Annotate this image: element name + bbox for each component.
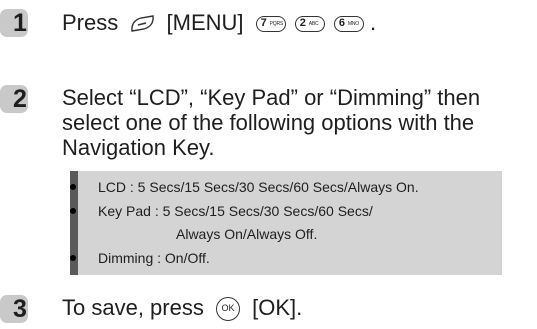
menu-key-icon xyxy=(128,14,156,34)
step-1-period: . xyxy=(370,10,377,35)
step-3-text: To save, press xyxy=(62,295,204,320)
step-2-number: 2 xyxy=(13,85,27,113)
option-dimming: Dimming : On/Off. xyxy=(98,250,210,266)
key-2-icon: 2 ABC xyxy=(294,16,325,33)
step-1-number: 1 xyxy=(13,9,27,37)
step-1-text: Press xyxy=(62,10,119,35)
ok-key-icon: OK xyxy=(215,297,240,322)
step-2-line-2: select one of the following options with… xyxy=(62,110,475,135)
menu-label: [MENU] xyxy=(166,10,244,35)
bullet-icon xyxy=(70,184,76,190)
option-lcd: LCD : 5 Secs/15 Secs/30 Secs/60 Secs/Alw… xyxy=(98,179,419,195)
step-2-line-1: Select “LCD”, “Key Pad” or “Dimming” the… xyxy=(62,85,481,110)
step-1-badge: 1 xyxy=(0,9,28,37)
option-key-pad: Key Pad : 5 Secs/15 Secs/30 Secs/60 Secs… xyxy=(98,203,373,219)
key-6-icon: 6 MNO xyxy=(333,16,364,33)
step-2-badge: 2 xyxy=(0,85,28,113)
step-2-line-3: Navigation Key. xyxy=(62,135,215,160)
step-3-instruction: To save, press OK [OK]. xyxy=(62,295,303,322)
step-3-number: 3 xyxy=(13,295,27,323)
option-key-pad-continued: Always On/Always Off. xyxy=(176,226,318,242)
key-7-icon: 7 PQRS xyxy=(255,16,286,33)
options-box: LCD : 5 Secs/15 Secs/30 Secs/60 Secs/Alw… xyxy=(70,171,502,275)
ok-label: [OK]. xyxy=(252,295,303,320)
step-3-badge: 3 xyxy=(0,295,28,323)
bullet-icon xyxy=(70,255,76,261)
step-1-instruction: Press [MENU] 7 PQRS 2 ABC 6 MNO . xyxy=(62,10,376,36)
bullet-icon xyxy=(70,208,76,214)
